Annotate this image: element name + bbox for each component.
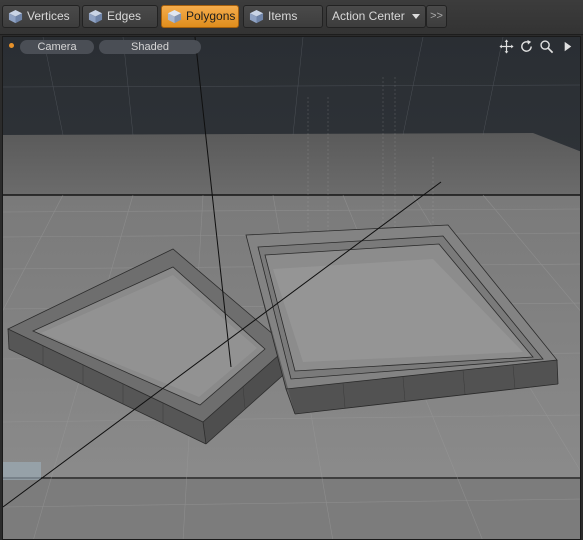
ground-foreground [3, 477, 580, 539]
vertices-mode-button[interactable]: Vertices [2, 5, 80, 28]
polygons-mode-button[interactable]: Polygons [161, 5, 239, 28]
viewport-header: Camera Shaded [3, 37, 580, 57]
more-tools-button[interactable]: >> [426, 5, 447, 28]
rotate-view-icon[interactable] [519, 39, 534, 54]
polygon-cube-icon [167, 9, 182, 24]
items-mode-button[interactable]: Items [243, 5, 323, 28]
item-cube-icon [249, 9, 264, 24]
3d-viewport[interactable]: Camera Shaded [2, 36, 581, 540]
selection-toolbar: Vertices Edges Polygons Items Action Cen… [0, 0, 583, 35]
zoom-view-icon[interactable] [539, 39, 554, 54]
selection-highlight [3, 462, 41, 480]
viewport-scene [3, 37, 580, 539]
viewport-options-dot[interactable] [9, 43, 14, 48]
background-plane [3, 133, 580, 197]
items-label: Items [268, 9, 298, 23]
viewport-menu-icon[interactable] [560, 39, 575, 54]
edges-mode-button[interactable]: Edges [82, 5, 158, 28]
vertices-label: Vertices [27, 9, 70, 23]
chevron-down-icon [412, 14, 420, 19]
shading-mode-button[interactable]: Shaded [99, 40, 201, 54]
edges-label: Edges [107, 9, 142, 23]
action-center-label: Action Center [332, 9, 405, 23]
polygons-label: Polygons [186, 9, 236, 23]
edge-cube-icon [88, 9, 103, 24]
camera-view-button[interactable]: Camera [20, 40, 94, 54]
action-center-dropdown[interactable]: Action Center [326, 5, 426, 28]
vertex-cube-icon [8, 9, 23, 24]
move-view-icon[interactable] [499, 39, 514, 54]
